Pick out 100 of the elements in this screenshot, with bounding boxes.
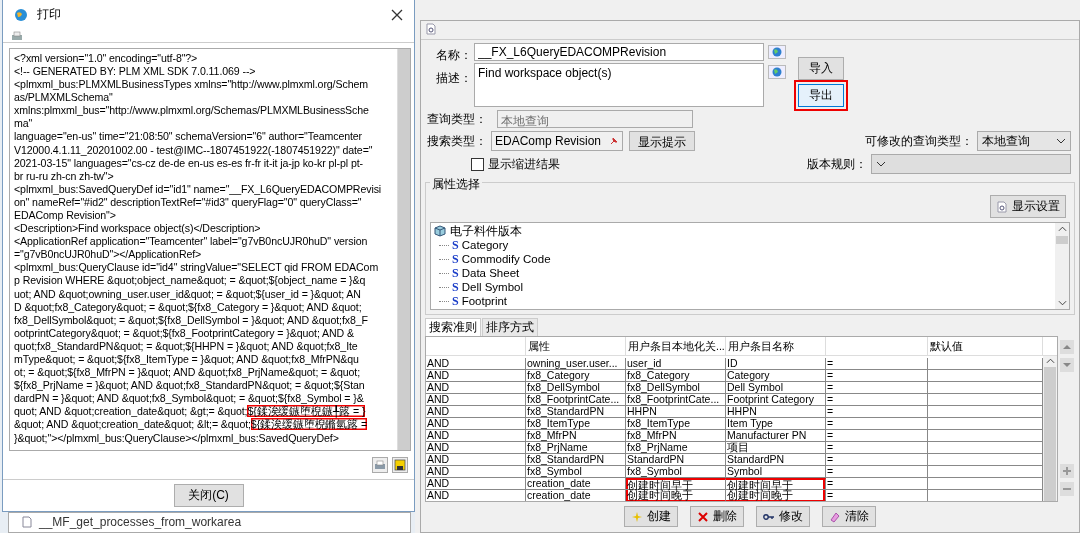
import-button[interactable]: 导入 [798,57,844,80]
close-icon[interactable] [390,7,404,22]
xml-line: xmlns:plmxml_bus="http://www.plmxml.org/Schemas/PLMXMLBusinessSche [14,104,369,117]
scroll-up-icon[interactable] [1057,226,1067,232]
create-button[interactable]: 创建 [624,506,678,527]
scroll-up-icon[interactable] [1045,358,1055,364]
xml-line: EDAComp Revision"> [14,209,116,221]
xml-line: }&quot;"></plmxml_bus:QueryClause></plmxml_bus:SavedQueryDef> [14,431,339,444]
name-field[interactable]: __FX_L6QueryEDACOMPRevision [474,43,764,61]
scrollbar[interactable] [1055,223,1069,309]
tab[interactable]: 搜索准则 [425,318,481,336]
name-label: 名称： [436,47,472,64]
move-down-icon[interactable] [1060,358,1074,372]
table-cell: = [826,490,928,501]
xml-line: br ru-ru zh-cn zh-tw"> [14,169,114,182]
table-cell: fx8_Category [526,370,626,382]
xml-line: <plmxml_bus:SavedQueryDef id="id1" name="__FX_L6QueryEDACOMPRevisi [14,182,382,195]
table-cell: Category [726,370,826,382]
clear-button[interactable]: 清除 [822,506,876,527]
tree-item[interactable]: Category [461,238,509,252]
xml-line: ma" [14,117,33,130]
table-cell: AND [426,454,526,466]
column-header[interactable]: 默认值 [928,337,1043,355]
table-cell: AND [426,430,526,442]
tree-item[interactable]: Dell Symbol [461,280,524,294]
display-settings-button[interactable]: 显示设置 [990,195,1066,218]
revision-rule-label: 版本规则： [807,155,867,173]
table-cell: AND [426,490,526,501]
plus-icon[interactable] [1060,464,1074,478]
scroll-thumb[interactable] [1044,367,1056,501]
table-cell: fx8_MfrPN [626,430,726,442]
document-icon [21,516,33,528]
chevron-down-icon [1056,138,1066,144]
xml-line: on" nameRef="#id2" descriptionTextRef="#id3" queryFlag="0" queryClass=" [14,195,362,208]
table-cell: fx8_DellSymbol [626,382,726,394]
scrollbar[interactable] [397,48,410,450]
table-cell: Footprint Category [726,394,826,406]
table-cell: fx8_FootprintCate... [626,394,726,406]
tree-item[interactable]: Footprint [461,294,508,308]
xml-line: <ApplicationRef application="Teamcenter" label="g7vB0ncUJR0huD" version [14,235,368,248]
table-cell: creation_date [526,478,626,490]
string-type-icon: S [452,266,459,280]
scroll-down-icon[interactable] [1057,300,1067,306]
pin-icon[interactable] [609,136,619,146]
scroll-thumb[interactable] [1056,236,1068,244]
description-field[interactable]: Find workspace object(s) [474,63,764,107]
table-cell: AND [426,370,526,382]
tree-item[interactable]: Data Sheet [461,266,520,280]
table-cell: Dell Symbol [726,382,826,394]
table-cell: fx8_ItemType [526,418,626,430]
magnifier-document-icon [996,200,1008,213]
table-cell: fx8_Category [626,370,726,382]
xml-line: <!-- GENERATED BY: PLM XML SDK 7.0.11.069 --> [14,64,256,77]
column-header[interactable]: 用户条目本地化关... [626,337,726,355]
printer-icon[interactable] [11,29,23,42]
table-cell: user_id [626,358,726,370]
table-cell: creation_date [526,490,626,501]
table-cell: = [826,418,928,430]
table-cell: fx8_DellSymbol [526,382,626,394]
globe-icon[interactable] [768,65,786,79]
table-cell: AND [426,418,526,430]
search-icon[interactable] [425,23,437,35]
table-cell: AND [426,394,526,406]
table-cell: = [826,406,928,418]
close-button[interactable]: 关闭(C) [173,484,244,507]
query-type-dropdown[interactable]: 本地查询 [977,131,1071,151]
table-cell: fx8_PrjName [526,442,626,454]
table-cell: AND [426,442,526,454]
column-header[interactable]: 属性 [526,337,626,355]
cross-icon [697,510,709,523]
table-cell: fx8_PrjName [626,442,726,454]
checkbox[interactable] [471,157,484,171]
modify-button[interactable]: 修改 [756,506,810,527]
xml-line: ootprintCategory&quot; = &quot;${fx8_FootprintCategory = }&quot; AND & [14,326,354,339]
table-cell: = [826,454,928,466]
table-cell: 项目 [726,442,826,454]
column-header[interactable]: 用户条目名称 [726,337,826,355]
xml-line: <Description>Find workspace object(s)</Description> [14,222,261,235]
table-cell: fx8_FootprintCate... [526,394,626,406]
scrollbar[interactable] [1043,356,1057,501]
table-cell: = [826,358,928,370]
table-cell: AND [426,406,526,418]
move-up-icon[interactable] [1060,340,1074,354]
delete-button[interactable]: 删除 [690,506,744,527]
tree-item[interactable]: Commodify Code [461,252,551,266]
search-type-label: 搜索类型： [427,132,487,150]
table-cell: Item Type [726,418,826,430]
table-cell: AND [426,382,526,394]
globe-icon[interactable] [768,45,786,59]
tab[interactable]: 排序方式 [482,318,538,336]
show-hint-button[interactable]: 显示提示 [629,131,695,151]
xml-line: V12000.4.1.11_20201002.00 - test@IMC--1807451922(-1807451922)" date=" [14,143,373,156]
xml-text-area[interactable] [9,47,411,451]
save-icon[interactable] [392,457,408,473]
table-cell: 创建时间早于 [726,478,826,490]
tree-item[interactable]: 电子料件版本 [450,224,522,238]
xml-line: quot;fx8_StandardPN&quot; = &quot;${HHPN = }&quot; AND &quot;fx8_Ite [14,339,358,352]
table-cell: Manufacturer PN [726,430,826,442]
minus-icon[interactable] [1060,482,1074,496]
table-cell: = [826,478,928,490]
